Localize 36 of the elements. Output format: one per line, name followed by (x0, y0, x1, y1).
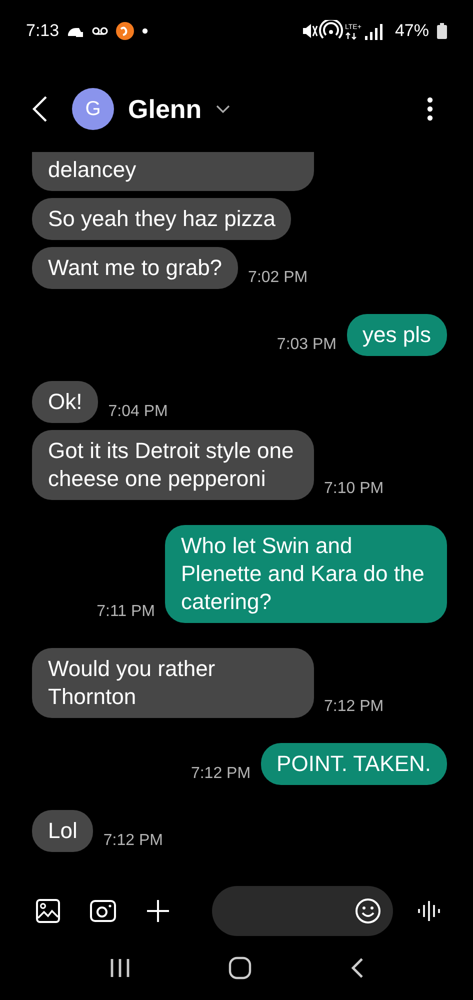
add-icon[interactable] (146, 899, 170, 923)
message-bubble[interactable]: Who let Swin and Plenette and Kara do the catering? (165, 525, 447, 623)
message-time: 7:12 PM (102, 832, 164, 850)
voicemail-icon (92, 26, 108, 36)
home-icon[interactable] (228, 956, 252, 980)
message-bubble[interactable]: yes pls (346, 314, 447, 356)
message-bubble[interactable]: Got it its Detroit style one cheese one pepperoni (32, 430, 314, 500)
caret-icon[interactable] (216, 104, 230, 114)
message-time: 7:10 PM (323, 480, 385, 498)
message-bubble[interactable]: Want me to grab? (32, 247, 238, 289)
message-time: 7:02 PM (247, 269, 309, 287)
message-time: 7:12 PM (190, 765, 252, 783)
message-time: 7:04 PM (107, 403, 169, 421)
camera-icon[interactable] (90, 899, 116, 923)
message-time: 7:11 PM (96, 603, 156, 621)
more-icon[interactable] (427, 97, 433, 121)
message-bubble[interactable]: delancey (32, 152, 314, 191)
message-time: 7:03 PM (276, 336, 338, 354)
emoji-icon[interactable] (355, 898, 381, 924)
message-time: 7:12 PM (323, 698, 385, 716)
back-icon[interactable] (350, 957, 364, 979)
recent-apps-icon[interactable] (108, 957, 131, 979)
message-bubble[interactable]: Ok! (32, 381, 98, 423)
contact-name[interactable]: Glenn (128, 94, 202, 124)
message-bubble[interactable]: So yeah they haz pizza (32, 198, 292, 240)
status-time: 7:13 (26, 21, 60, 41)
dot-icon (142, 28, 148, 34)
battery-icon (437, 23, 447, 39)
battery-percent: 47% (394, 21, 429, 41)
message-bubble[interactable]: Lol (32, 810, 94, 852)
voice-icon[interactable] (417, 899, 443, 923)
message-bubble[interactable]: Would you rather Thornton (32, 648, 314, 718)
gallery-icon[interactable] (36, 899, 60, 923)
app-notification-icon (116, 22, 134, 40)
message-input-field[interactable] (212, 886, 393, 936)
message-bubble[interactable]: POINT. TAKEN. (260, 743, 447, 785)
